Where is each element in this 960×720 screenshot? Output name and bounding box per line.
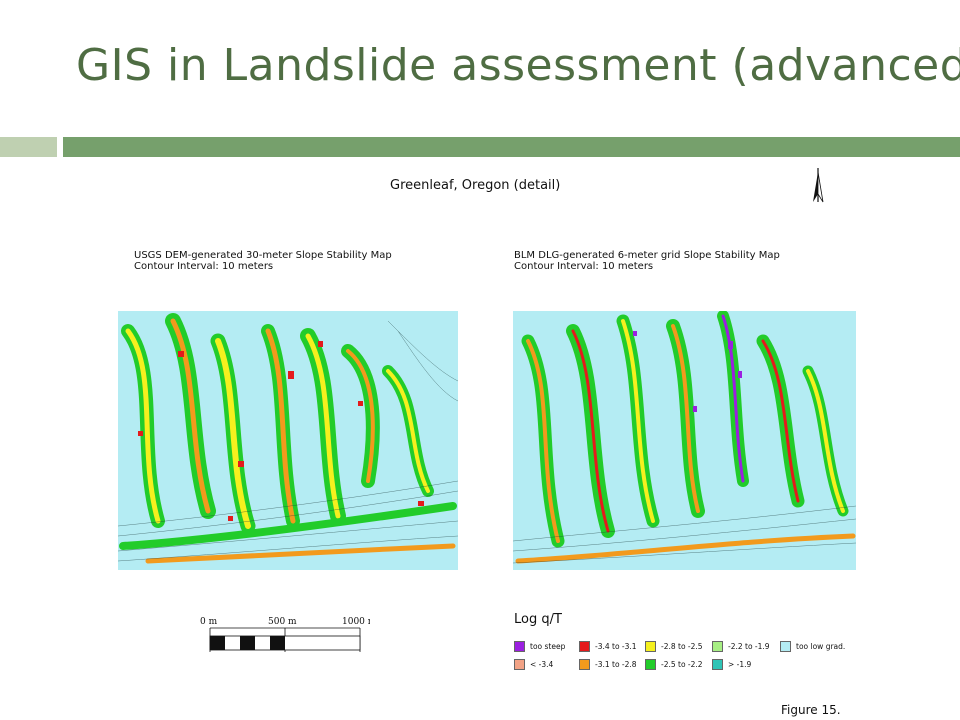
legend-label: < -3.4 xyxy=(530,659,554,669)
legend-label: -3.4 to -3.1 xyxy=(595,641,637,651)
legend-item-too-steep: too steep xyxy=(514,640,565,652)
legend-label: -2.5 to -2.2 xyxy=(661,659,703,669)
right-map-contour-interval: Contour Interval: 10 meters xyxy=(514,261,654,272)
scale-bar: 0 m 500 m 1000 m xyxy=(200,617,370,652)
legend-swatch xyxy=(712,640,723,652)
legend-swatch xyxy=(780,640,791,652)
legend-swatch xyxy=(712,658,723,670)
legend-label: too steep xyxy=(530,641,566,651)
legend-swatch xyxy=(579,658,590,670)
title-divider-right xyxy=(63,137,960,157)
slide-title: GIS in Landslide assessment (advanced) xyxy=(76,40,960,91)
title-divider-left xyxy=(0,137,57,157)
left-map-caption: USGS DEM-generated 30-meter Slope Stabil… xyxy=(134,250,392,272)
left-slope-stability-map xyxy=(118,311,458,570)
legend-item-below-3.4: < -3.4 xyxy=(514,658,553,670)
legend-item-2.2-to-1.9: -2.2 to -1.9 xyxy=(712,640,770,652)
legend-swatch xyxy=(514,658,525,670)
legend-item-2.5-to-2.2: -2.5 to -2.2 xyxy=(645,658,703,670)
legend-item-too-low-grad: too low grad. xyxy=(780,640,845,652)
legend-item-2.8-to-2.5: -2.8 to -2.5 xyxy=(645,640,703,652)
legend-swatch xyxy=(514,640,525,652)
scale-label-0: 0 m xyxy=(200,617,218,627)
legend-label: > -1.9 xyxy=(728,659,752,669)
legend-label: too low grad. xyxy=(796,641,846,651)
legend-swatch xyxy=(645,640,656,652)
left-map-contour-interval: Contour Interval: 10 meters xyxy=(134,261,274,272)
legend-swatch xyxy=(645,658,656,670)
scale-label-1000: 1000 m xyxy=(342,617,370,627)
legend-label: -3.1 to -2.8 xyxy=(595,659,637,669)
right-map-caption-title: BLM DLG-generated 6-meter grid Slope Sta… xyxy=(514,250,780,261)
legend-label: -2.8 to -2.5 xyxy=(661,641,703,651)
figure-title: Greenleaf, Oregon (detail) xyxy=(390,178,561,193)
north-arrow-icon xyxy=(813,168,824,203)
legend-label: -2.2 to -1.9 xyxy=(728,641,770,651)
legend-swatch xyxy=(579,640,590,652)
right-slope-stability-map xyxy=(513,311,856,570)
right-map-caption: BLM DLG-generated 6-meter grid Slope Sta… xyxy=(514,250,780,272)
scale-label-500: 500 m xyxy=(268,617,297,627)
figure-label: Figure 15. xyxy=(781,703,841,717)
legend-item-3.1-to-2.8: -3.1 to -2.8 xyxy=(579,658,637,670)
legend-title: Log q/T xyxy=(514,612,562,627)
legend-item-3.4-to-3.1: -3.4 to -3.1 xyxy=(579,640,637,652)
left-map-caption-title: USGS DEM-generated 30-meter Slope Stabil… xyxy=(134,250,392,261)
legend-item-above-1.9: > -1.9 xyxy=(712,658,751,670)
